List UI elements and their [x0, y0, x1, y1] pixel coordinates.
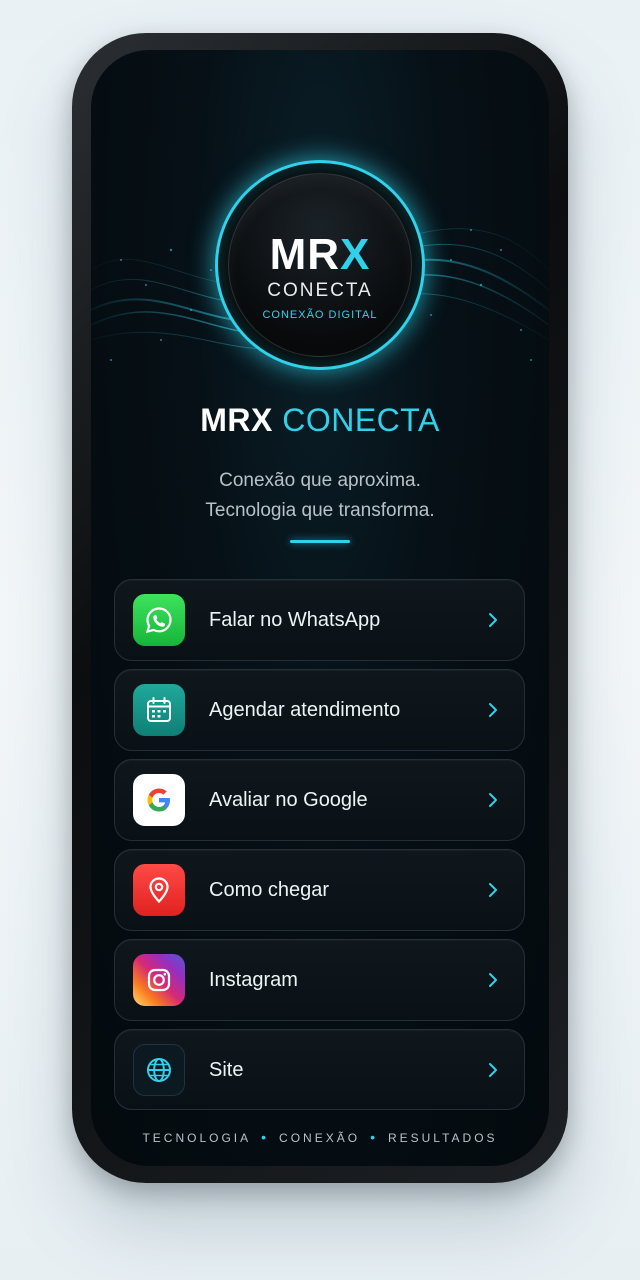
- website-link-label: Site: [209, 1059, 244, 1081]
- instagram-link-label: Instagram: [209, 969, 298, 991]
- phone-screen: MRX CONECTA CONEXÃO DIGITAL MRX CONECTA …: [91, 50, 549, 1166]
- footer-word-technology: TECNOLOGIA: [142, 1131, 252, 1145]
- chevron-right-icon: [489, 883, 497, 897]
- page-title: MRX CONECTA: [91, 402, 549, 439]
- instagram-link-button[interactable]: Instagram: [114, 939, 525, 1021]
- logo-mark: MRX: [229, 230, 411, 280]
- subtitle-line-2: Tecnologia que transforma.: [205, 500, 435, 521]
- footer-dot-separator: •: [261, 1129, 270, 1145]
- logo-mark-accent: X: [340, 230, 371, 279]
- footer-dot-separator: •: [370, 1129, 378, 1145]
- whatsapp-link-button[interactable]: Falar no WhatsApp: [114, 579, 525, 661]
- page-title-main: MRX: [200, 402, 273, 438]
- logo-tagline: CONEXÃO DIGITAL: [262, 309, 378, 321]
- chevron-right-icon: [489, 703, 497, 717]
- page-title-accent: CONECTA: [282, 402, 440, 438]
- link-menu: Falar no WhatsApp Agendar atendimento Av…: [114, 579, 525, 1118]
- location-pin-icon: [133, 864, 185, 916]
- whatsapp-link-label: Falar no WhatsApp: [209, 609, 381, 631]
- logo-wordmark: CONECTA: [267, 280, 373, 301]
- chevron-right-icon: [489, 973, 497, 987]
- footer-word-connection: CONEXÃO: [279, 1131, 361, 1145]
- directions-link-label: Como chegar: [209, 879, 330, 901]
- accent-divider: [290, 540, 350, 543]
- google-review-link-label: Avaliar no Google: [209, 789, 368, 811]
- instagram-icon: [133, 954, 185, 1006]
- whatsapp-icon: [133, 594, 185, 646]
- chevron-right-icon: [489, 1063, 497, 1077]
- calendar-icon: [133, 684, 185, 736]
- schedule-link-label: Agendar atendimento: [209, 699, 401, 721]
- phone-frame: MRX CONECTA CONEXÃO DIGITAL MRX CONECTA …: [72, 33, 568, 1183]
- google-icon: [133, 774, 185, 826]
- directions-link-button[interactable]: Como chegar: [114, 849, 525, 931]
- schedule-link-button[interactable]: Agendar atendimento: [114, 669, 525, 751]
- chevron-right-icon: [489, 793, 497, 807]
- chevron-right-icon: [489, 613, 497, 627]
- logo-mark-main: MR: [269, 230, 341, 279]
- website-link-button[interactable]: Site: [114, 1029, 525, 1110]
- footer-word-results: RESULTADOS: [387, 1131, 498, 1145]
- brand-logo-inner: MRX CONECTA CONEXÃO DIGITAL: [228, 173, 412, 357]
- footer-tagline: TECNOLOGIA • CONEXÃO • RESULTADOS: [91, 1129, 549, 1145]
- google-review-link-button[interactable]: Avaliar no Google: [114, 759, 525, 841]
- globe-icon: [133, 1044, 185, 1096]
- brand-logo: MRX CONECTA CONEXÃO DIGITAL: [215, 160, 425, 370]
- subtitle-line-1: Conexão que aproxima.: [219, 470, 421, 491]
